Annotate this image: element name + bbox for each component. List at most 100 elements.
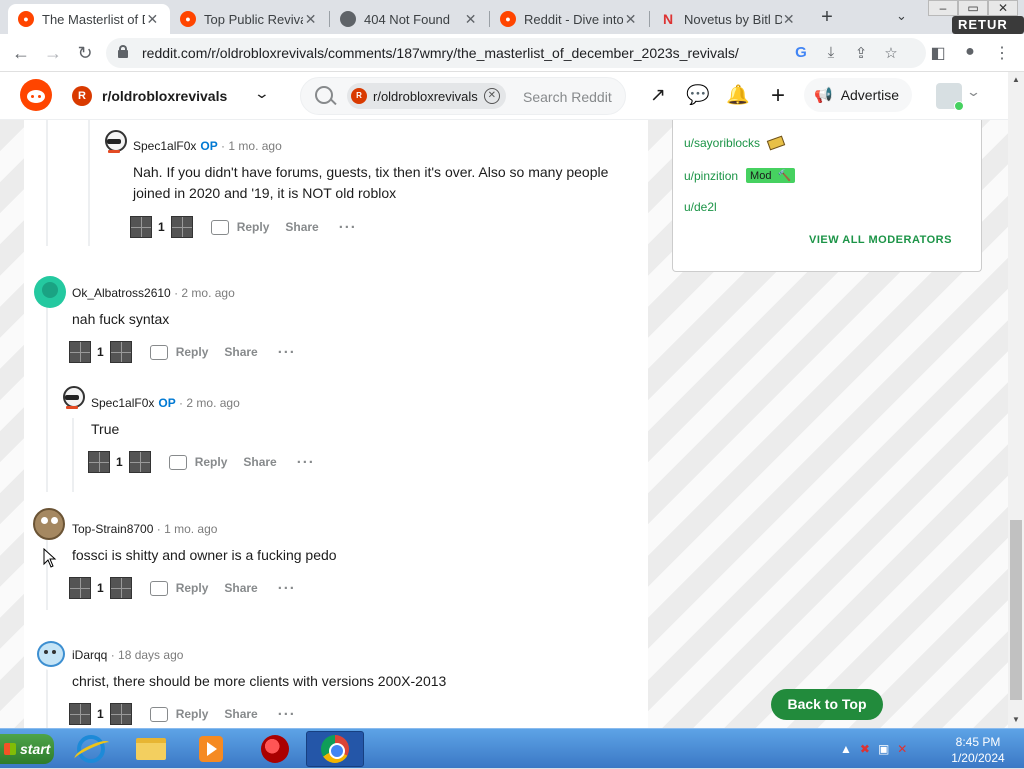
reply-button[interactable]: Reply [237,220,270,234]
reply-button[interactable]: Reply [176,581,209,595]
subreddit-icon[interactable]: R [72,86,92,106]
thread-line[interactable] [46,120,48,246]
network-error-icon[interactable]: ✖ [860,742,870,756]
search-bar[interactable]: R r/oldrobloxrevivals ✕ Search Reddit [300,77,626,115]
lock-icon[interactable] [118,45,128,58]
upvote-icon[interactable] [130,216,152,238]
reply-button[interactable]: Reply [176,707,209,721]
back-to-top-button[interactable]: Back to Top [771,689,883,720]
reply-button[interactable]: Reply [176,345,209,359]
downvote-icon[interactable] [170,216,193,238]
chrome-menu-icon[interactable]: ⋮ [992,43,1012,63]
internet-explorer-icon[interactable] [62,731,120,767]
comment-author[interactable]: Top-Strain8700 [72,522,153,536]
reply-icon[interactable] [149,580,168,596]
comment-author[interactable]: Ok_Albatross2610 [72,286,171,300]
subreddit-name[interactable]: r/oldrobloxrevivals [102,88,227,104]
comment-author[interactable]: Spec1alF0x [91,396,154,410]
share-button[interactable]: Share [243,455,276,469]
search-scope-chip[interactable]: R r/oldrobloxrevivals ✕ [347,83,506,109]
clear-scope-icon[interactable]: ✕ [483,88,500,104]
close-icon[interactable]: ✕ [463,11,478,28]
comment-time[interactable]: 2 mo. ago [186,396,239,410]
bookmark-star-icon[interactable]: ☆ [882,44,900,62]
avatar[interactable] [98,126,130,158]
tab-404[interactable]: 404 Not Found ✕ [330,4,488,34]
side-panel-icon[interactable]: ◧ [928,43,948,63]
downvote-icon[interactable] [109,703,132,725]
tray-expand-icon[interactable]: ▲ [840,742,852,756]
downvote-icon[interactable] [109,577,132,599]
thread-line[interactable] [46,306,48,492]
reply-button[interactable]: Reply [195,455,228,469]
profile-icon[interactable]: ● [960,43,980,61]
popular-icon[interactable]: ↗ [646,84,670,108]
moderator-name[interactable]: u/pinzition [684,169,738,183]
url-text[interactable]: reddit.com/r/oldrobloxrevivals/comments/… [142,45,739,61]
advertise-button[interactable]: 📢 Advertise [804,78,912,112]
upvote-icon[interactable] [69,703,91,725]
reply-icon[interactable] [168,454,187,470]
moderator-name[interactable]: u/sayoriblocks [684,136,760,150]
downvote-icon[interactable] [109,341,132,363]
upvote-icon[interactable] [88,451,110,473]
share-button[interactable]: Share [224,581,257,595]
tab-search-chevron-icon[interactable]: ⌄ [896,8,907,24]
tab-novetus[interactable]: N Novetus by Bitl D ✕ [650,4,806,34]
more-options-icon[interactable]: ··· [339,219,357,236]
reload-icon[interactable]: ↻ [74,42,96,64]
close-icon[interactable]: ✕ [623,11,638,28]
comment-time[interactable]: 1 mo. ago [164,522,217,536]
more-options-icon[interactable]: ··· [278,580,296,597]
reply-icon[interactable] [149,344,168,360]
tab-masterlist[interactable]: ● The Masterlist of D ✕ [8,4,170,34]
create-post-icon[interactable]: + [766,84,790,108]
media-player-icon[interactable] [182,731,240,767]
maximize-button[interactable]: ▭ [958,0,988,16]
notification-bell-icon[interactable]: 🔔 [726,84,750,108]
chevron-down-icon[interactable]: ⌄ [966,84,981,100]
chevron-down-icon[interactable]: ⌄ [254,85,270,102]
chrome-taskbar-icon[interactable] [306,731,364,767]
tab-reddit-dive[interactable]: ● Reddit - Dive into ✕ [490,4,648,34]
close-icon[interactable]: ✕ [303,11,318,28]
tab-top-public-revival[interactable]: ● Top Public Revival ✕ [170,4,328,34]
share-button[interactable]: Share [224,345,257,359]
user-avatar[interactable] [936,83,964,111]
comment-author[interactable]: Spec1alF0x [133,139,196,153]
thread-line[interactable] [72,418,74,492]
address-bar[interactable]: reddit.com/r/oldrobloxrevivals/comments/… [106,38,926,68]
start-button[interactable]: start [0,734,54,764]
thread-line[interactable] [88,120,90,246]
share-icon[interactable]: ⇪ [852,44,870,62]
extension-badge[interactable]: RETUR [952,16,1024,34]
moderator-item[interactable]: u/sayoriblocks [684,135,786,151]
upvote-icon[interactable] [69,577,91,599]
moderator-item[interactable]: u/de2l [684,200,717,214]
comment-time[interactable]: 18 days ago [118,648,183,662]
search-input[interactable]: Search Reddit [523,89,612,105]
taskbar-clock[interactable]: 8:45 PM 1/20/2024 [940,734,1016,766]
scroll-up-arrow-icon[interactable]: ▲ [1008,72,1024,88]
moderator-item[interactable]: u/pinzition Mod 🔨 [684,168,796,183]
more-options-icon[interactable]: ··· [297,454,315,471]
comment-time[interactable]: 1 mo. ago [228,139,281,153]
thread-line[interactable] [46,668,48,728]
network-icon[interactable]: ▣ [878,742,889,756]
close-window-button[interactable]: ✕ [988,0,1018,16]
avatar[interactable] [34,276,66,308]
roblox-app-icon[interactable] [246,731,304,767]
install-icon[interactable]: ⤓ [822,44,840,61]
upvote-icon[interactable] [69,341,91,363]
scroll-down-arrow-icon[interactable]: ▼ [1008,712,1024,728]
forward-arrow-icon[interactable]: → [42,42,64,64]
share-button[interactable]: Share [224,707,257,721]
share-button[interactable]: Share [285,220,318,234]
comment-author[interactable]: iDarqq [72,648,107,662]
reply-icon[interactable] [210,219,229,235]
view-all-moderators-button[interactable]: VIEW ALL MODERATORS [809,234,952,246]
more-options-icon[interactable]: ··· [278,344,296,361]
comment-time[interactable]: 2 mo. ago [181,286,234,300]
avatar[interactable] [56,382,88,414]
downvote-icon[interactable] [128,451,151,473]
